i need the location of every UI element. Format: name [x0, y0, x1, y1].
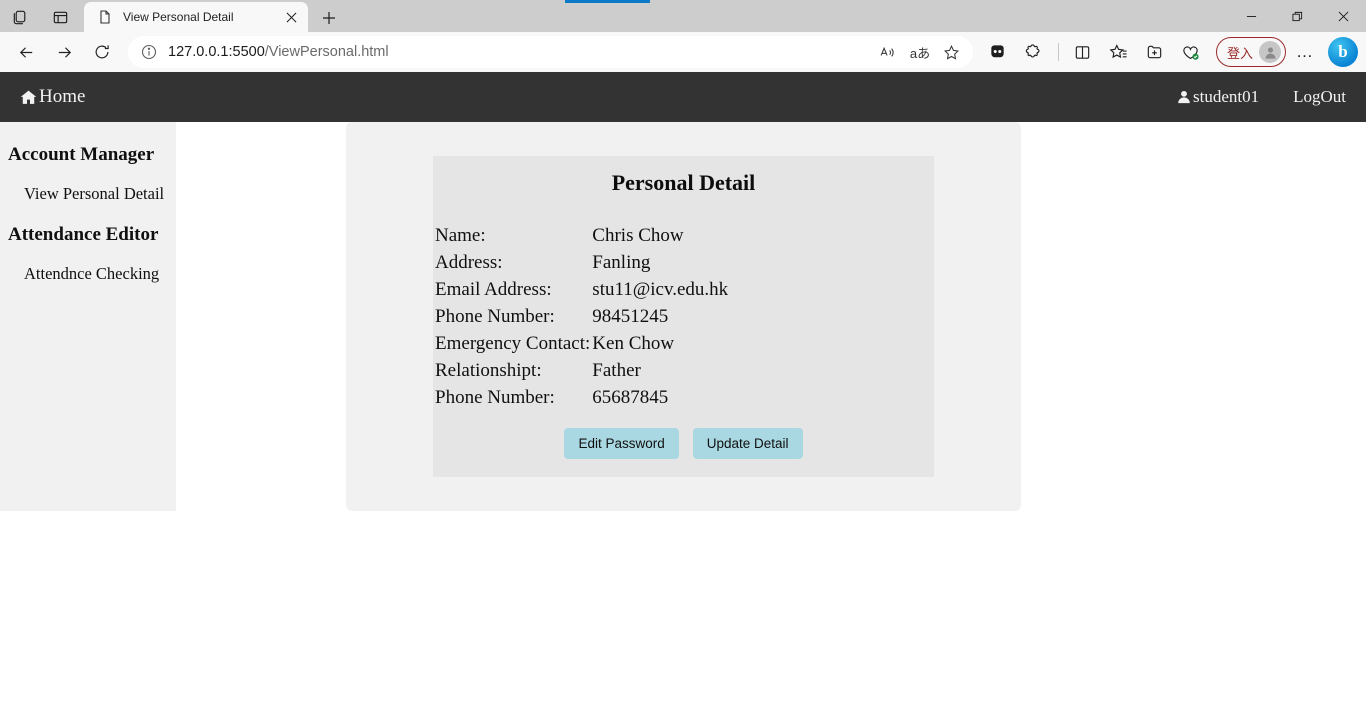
signin-button[interactable]: 登入 — [1215, 37, 1286, 67]
nav-user[interactable]: student01 — [1177, 87, 1259, 107]
nav-home-link[interactable]: Home — [20, 86, 85, 108]
home-icon — [20, 89, 37, 106]
browser-titlebar: View Personal Detail — [0, 0, 1366, 32]
detail-row: Name: Chris Chow — [433, 222, 934, 249]
address-bar[interactable]: 127.0.0.1:5500/ViewPersonal.html aあ — [128, 36, 973, 68]
browser-chrome: View Personal Detail 127.0.0.1:5500/View… — [0, 0, 1366, 72]
back-arrow-icon[interactable] — [8, 36, 44, 68]
url-text: 127.0.0.1:5500/ViewPersonal.html — [168, 44, 389, 60]
detail-label-email: Email Address: — [435, 279, 552, 300]
new-tab-button[interactable] — [314, 4, 344, 32]
more-settings-icon[interactable]: … — [1288, 36, 1322, 68]
navbar-right: student01 LogOut — [1177, 87, 1346, 107]
detail-row: Email Address: stu11@icv.edu.hk — [433, 276, 934, 303]
detail-value-emergency-phone: 65687845 — [592, 387, 669, 408]
restore-icon[interactable] — [1274, 0, 1320, 32]
sidebar-item-view-personal-detail[interactable]: View Personal Detail — [0, 170, 176, 220]
logout-link[interactable]: LogOut — [1293, 87, 1346, 107]
detail-label-address: Address: — [435, 252, 503, 273]
web-page: Home student01 LogOut Account Manager Vi… — [0, 72, 1366, 727]
detail-label-name: Name: — [435, 225, 486, 246]
detail-row: Phone Number: 98451245 — [433, 303, 934, 330]
tab-actions-icon[interactable] — [0, 2, 40, 32]
detail-label-phone: Phone Number: — [435, 306, 555, 327]
browser-essentials-icon[interactable] — [1174, 36, 1208, 68]
detail-value-relationship: Father — [592, 360, 641, 381]
omnibox-actions: aあ — [873, 38, 967, 66]
minimize-icon[interactable] — [1228, 0, 1274, 32]
user-icon — [1177, 90, 1191, 104]
window-drag-accent — [565, 0, 650, 3]
detail-label-relationship: Relationshipt: — [435, 360, 542, 381]
toolbar-divider — [1057, 43, 1059, 61]
detail-row: Phone Number: 65687845 — [433, 384, 934, 411]
nav-username-label: student01 — [1193, 87, 1260, 106]
reload-icon[interactable] — [84, 36, 120, 68]
read-aloud-icon[interactable] — [873, 38, 903, 66]
update-detail-button[interactable]: Update Detail — [692, 428, 803, 459]
detail-row: Emergency Contact: Ken Chow — [433, 330, 934, 357]
translate-icon[interactable]: aあ — [905, 38, 935, 66]
page-body: Account Manager View Personal Detail Att… — [0, 122, 1366, 511]
personal-detail-card: Personal Detail Name: Chris Chow Address… — [433, 156, 934, 477]
sidebar: Account Manager View Personal Detail Att… — [0, 122, 176, 511]
content-panel: Personal Detail Name: Chris Chow Address… — [346, 122, 1021, 511]
page-title: Personal Detail — [611, 170, 756, 195]
tab-search-icon[interactable] — [40, 2, 80, 32]
sidebar-heading-attendance-editor: Attendance Editor — [8, 224, 159, 245]
content-area: Personal Detail Name: Chris Chow Address… — [176, 122, 1366, 511]
forward-arrow-icon[interactable] — [46, 36, 82, 68]
detail-label-emergency-phone: Phone Number: — [435, 387, 555, 408]
info-icon[interactable] — [140, 43, 158, 61]
avatar — [1259, 41, 1281, 63]
copilot-icon[interactable]: b — [1328, 37, 1358, 67]
browser-toolbar: 127.0.0.1:5500/ViewPersonal.html aあ 登入 …… — [0, 32, 1366, 72]
url-host: 127.0.0.1:5500 — [168, 44, 265, 60]
nav-home-label: Home — [39, 86, 86, 107]
extensions-icon[interactable] — [1017, 36, 1051, 68]
edit-password-button[interactable]: Edit Password — [564, 428, 679, 459]
browser-tab[interactable]: View Personal Detail — [84, 2, 308, 32]
favorite-star-icon[interactable] — [937, 38, 967, 66]
collections-icon[interactable] — [981, 36, 1015, 68]
detail-value-emergency-contact: Ken Chow — [592, 333, 675, 354]
detail-row: Address: Fanling — [433, 249, 934, 276]
split-screen-icon[interactable] — [1066, 36, 1100, 68]
sidebar-heading-account-manager: Account Manager — [8, 144, 155, 165]
detail-value-address: Fanling — [592, 252, 651, 273]
site-navbar: Home student01 LogOut — [0, 72, 1366, 122]
detail-value-email: stu11@icv.edu.hk — [592, 279, 729, 300]
page-icon — [97, 9, 113, 25]
detail-row: Relationshipt: Father — [433, 357, 934, 384]
add-collection-icon[interactable] — [1138, 36, 1172, 68]
window-controls — [1228, 0, 1366, 32]
detail-value-name: Chris Chow — [592, 225, 684, 246]
tab-title: View Personal Detail — [123, 10, 234, 24]
sidebar-item-attendance-checking[interactable]: Attendnce Checking — [0, 250, 176, 300]
url-path: /ViewPersonal.html — [264, 44, 389, 60]
detail-label-emergency-contact: Emergency Contact: — [435, 333, 591, 354]
detail-value-phone: 98451245 — [592, 306, 669, 327]
card-actions: Edit Password Update Detail — [433, 428, 934, 459]
tab-close-icon[interactable] — [280, 6, 302, 28]
signin-label: 登入 — [1226, 45, 1253, 61]
close-icon[interactable] — [1320, 0, 1366, 32]
favorites-icon[interactable] — [1102, 36, 1136, 68]
